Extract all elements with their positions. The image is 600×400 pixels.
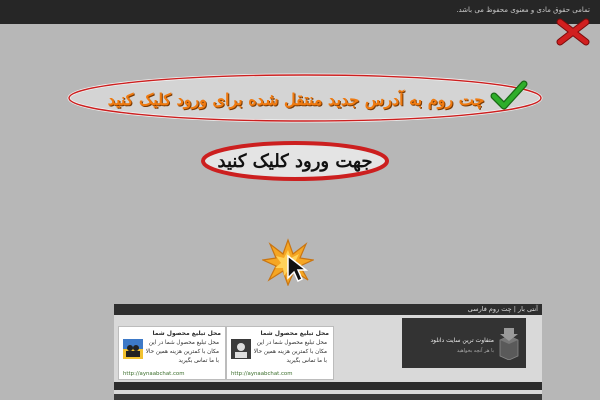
users-icon bbox=[123, 339, 143, 359]
panel-title: آنتی بار | چت روم فارسی bbox=[467, 305, 538, 313]
ad-link[interactable]: http://aynaabchat.com bbox=[123, 371, 184, 377]
download-site-subtitle: با هر آنچه بخواهید bbox=[456, 348, 494, 354]
download-box-icon bbox=[499, 328, 519, 360]
panel-footer-bar bbox=[114, 382, 542, 390]
ad-title: محل تبلیغ محصول شما bbox=[260, 330, 329, 337]
ad-body: محل تبلیغ محصول شما در این مکان با کمتری… bbox=[253, 340, 327, 364]
banner-text[interactable]: چت روم به آدرس جدید منتقل شده برای ورود … bbox=[86, 85, 506, 113]
close-icon[interactable] bbox=[556, 18, 590, 46]
copyright-notice: تمامی حقوق مادی و معنوی محفوظ می باشد. bbox=[456, 6, 590, 14]
ad-box[interactable]: محل تبلیغ محصول شما محل تبلیغ محصول شما … bbox=[118, 326, 226, 380]
site-panel: آنتی بار | چت روم فارسی محل تبلیغ محصول … bbox=[114, 304, 542, 400]
users-icon bbox=[231, 339, 251, 359]
top-bar: تمامی حقوق مادی و معنوی محفوظ می باشد. bbox=[0, 0, 600, 24]
cursor-icon bbox=[287, 254, 308, 282]
ad-body: محل تبلیغ محصول شما در این مکان با کمتری… bbox=[145, 340, 219, 364]
panel-bottom-bar bbox=[114, 394, 542, 400]
panel-header: آنتی بار | چت روم فارسی bbox=[114, 304, 542, 315]
ad-link[interactable]: http://aynaabchat.com bbox=[231, 371, 292, 377]
ad-title: محل تبلیغ محصول شما bbox=[152, 330, 221, 337]
download-site-title: متفاوت ترین سایت دانلود bbox=[430, 337, 494, 344]
ad-box[interactable]: محل تبلیغ محصول شما محل تبلیغ محصول شما … bbox=[226, 326, 334, 380]
download-site-ad[interactable]: متفاوت ترین سایت دانلود با هر آنچه بخواه… bbox=[402, 318, 526, 368]
enter-button-label[interactable]: جهت ورود کلیک کنید bbox=[200, 145, 390, 177]
